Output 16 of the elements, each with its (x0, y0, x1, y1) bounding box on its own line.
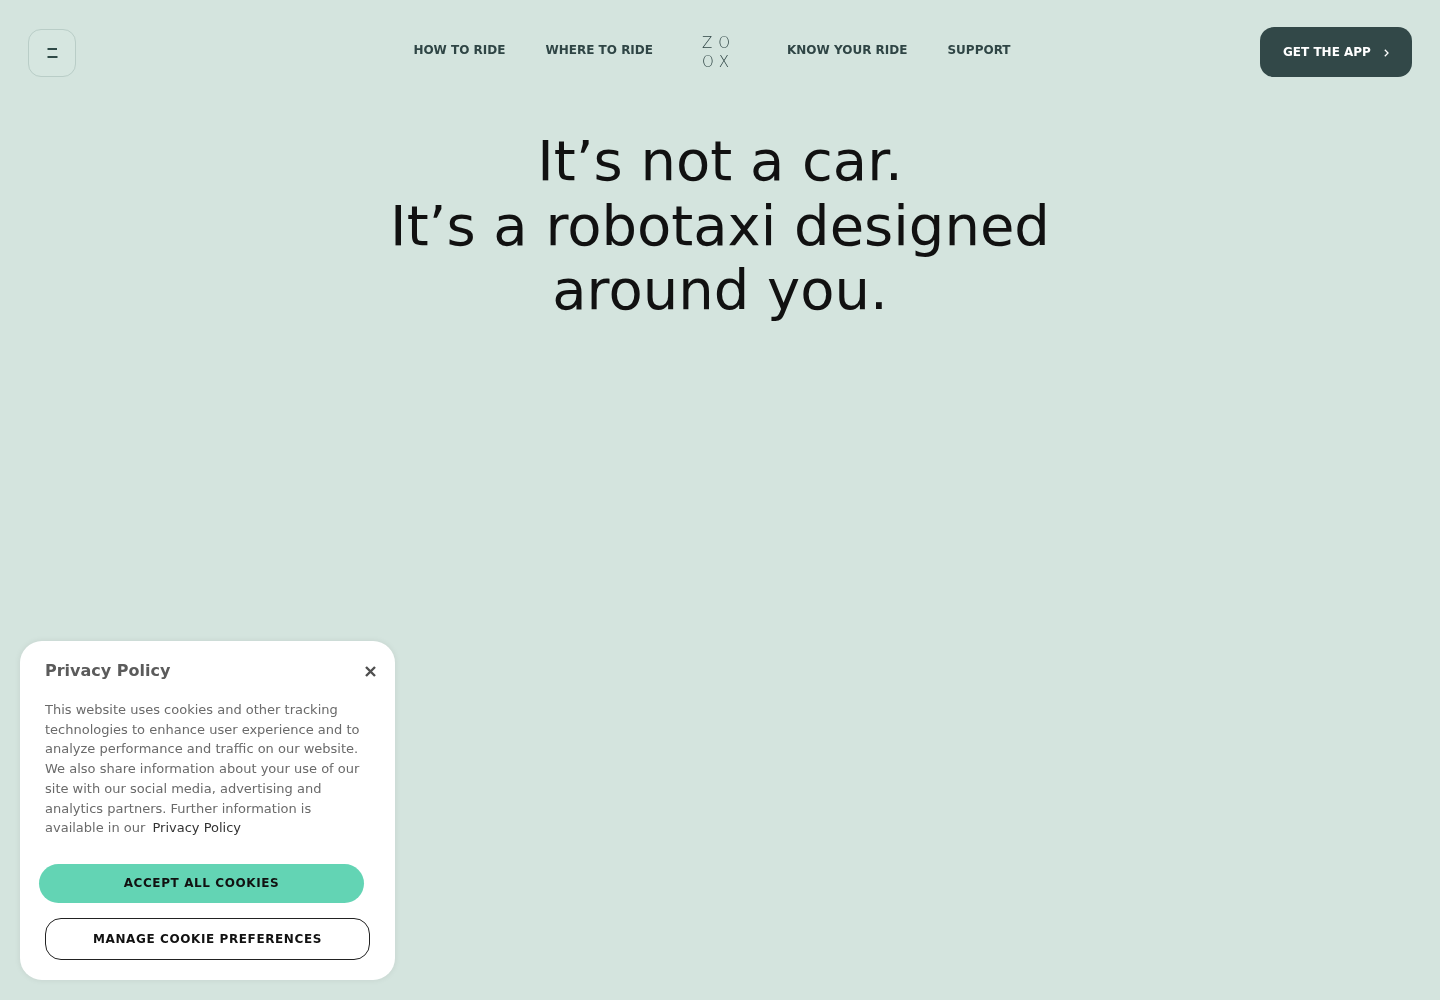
cookie-notice-text: This website uses cookies and other tracking technologies to enhance user experience and to analyze performance and traffic on our website. We also share information about your use of our site with our social media, advertising and analytics partners. Further information is available in our Privacy Policy (45, 701, 361, 838)
nav-link[interactable]: WHERE TO RIDE (545, 42, 653, 58)
get-app-button[interactable]: GET THE APP (1260, 27, 1412, 77)
menu-icon (46, 48, 58, 58)
cookie-banner-title: Privacy Policy (45, 661, 171, 681)
preferences-button[interactable]: MANAGE COOKIE PREFERENCES (45, 917, 370, 960)
privacy-policy-link[interactable]: Privacy Policy (152, 820, 242, 836)
close-button[interactable] (365, 665, 376, 677)
chevron-right-icon (1383, 49, 1389, 57)
nav-link[interactable]: HOW TO RIDE (413, 42, 506, 58)
hero-heading: It’s not a car. It’s a robotaxi designed around you. (389, 129, 1051, 323)
accept-button[interactable]: ACCEPT ALL COOKIES (39, 863, 364, 903)
close-icon (365, 665, 376, 677)
nav-link[interactable]: SUPPORT (947, 42, 1011, 58)
nav-link[interactable]: KNOW YOUR RIDE (787, 42, 908, 58)
logo[interactable]: ZOOX (702, 33, 738, 72)
